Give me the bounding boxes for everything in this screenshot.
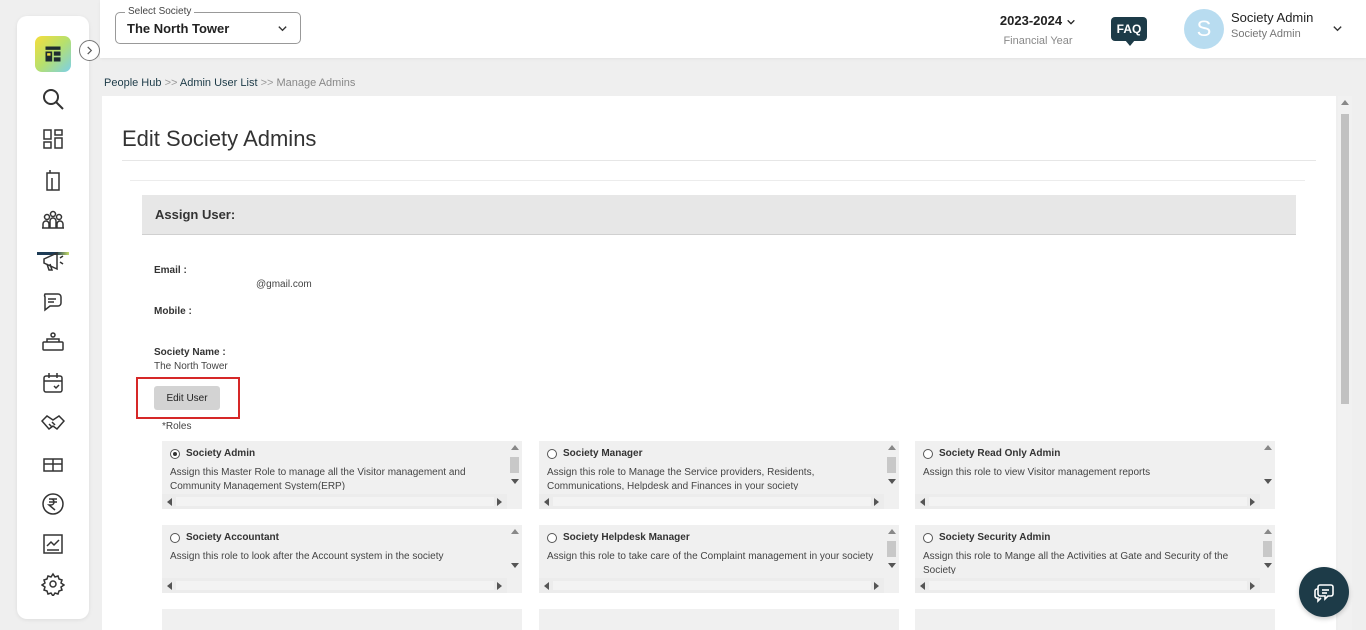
- role-title: Society Manager: [563, 448, 643, 459]
- gift-icon[interactable]: [40, 450, 66, 476]
- role-description: Assign this Master Role to manage all th…: [170, 467, 466, 490]
- role-title: Society Helpdesk Manager: [563, 532, 690, 543]
- role-horizontal-scrollbar[interactable]: [162, 578, 507, 593]
- avatar[interactable]: S: [1184, 9, 1224, 49]
- role-radio[interactable]: [547, 449, 557, 459]
- role-description: Assign this role to take care of the Com…: [547, 551, 874, 562]
- chevron-right-icon: [87, 46, 93, 55]
- role-description: Assign this role to view Visitor managem…: [923, 467, 1151, 478]
- top-bar: Select Society The North Tower 2023-2024…: [100, 0, 1366, 58]
- role-horizontal-scrollbar[interactable]: [539, 494, 884, 509]
- breadcrumb-separator: >>: [260, 77, 274, 89]
- role-horizontal-scrollbar[interactable]: [915, 578, 1260, 593]
- role-vertical-scrollbar[interactable]: [507, 441, 522, 493]
- rupee-icon[interactable]: [40, 491, 66, 517]
- megaphone-icon[interactable]: [40, 248, 66, 274]
- dashboard-icon[interactable]: [40, 126, 66, 152]
- role-society-security-admin[interactable]: Society Security Admin Assign this role …: [915, 525, 1275, 593]
- role-title: Society Security Admin: [939, 532, 1051, 543]
- role-box-partial[interactable]: [162, 609, 522, 630]
- user-role: Society Admin: [1231, 28, 1301, 40]
- role-description: Assign this role to look after the Accou…: [170, 551, 444, 562]
- report-icon[interactable]: [40, 531, 66, 557]
- role-title: Society Read Only Admin: [939, 448, 1061, 459]
- society-select-label: Select Society: [125, 6, 195, 17]
- page-scrollbar[interactable]: [1338, 96, 1352, 630]
- gear-icon[interactable]: [40, 571, 66, 597]
- app-logo[interactable]: [35, 36, 71, 72]
- role-society-accountant[interactable]: Society Accountant Assign this role to l…: [162, 525, 522, 593]
- chevron-down-icon: [278, 26, 287, 32]
- role-horizontal-scrollbar[interactable]: [539, 578, 884, 593]
- breadcrumb-separator: >>: [164, 77, 178, 89]
- role-title: Society Accountant: [186, 532, 279, 543]
- role-title: Society Admin: [186, 448, 256, 459]
- role-horizontal-scrollbar[interactable]: [915, 494, 1260, 509]
- role-radio[interactable]: [170, 449, 180, 459]
- building-icon[interactable]: [40, 167, 66, 193]
- financial-year-label: Financial Year: [1003, 35, 1073, 47]
- role-vertical-scrollbar[interactable]: [507, 525, 522, 577]
- role-vertical-scrollbar[interactable]: [884, 525, 899, 577]
- logo-icon: [45, 46, 61, 62]
- chat-icon[interactable]: [40, 289, 66, 315]
- role-radio[interactable]: [547, 533, 557, 543]
- society-select-value: The North Tower: [127, 21, 230, 36]
- role-horizontal-scrollbar[interactable]: [162, 494, 507, 509]
- page-title: Edit Society Admins: [122, 126, 317, 151]
- role-description: Assign this role to Manage the Service p…: [547, 467, 815, 490]
- divider: [130, 180, 1305, 181]
- role-vertical-scrollbar[interactable]: [1260, 525, 1275, 577]
- edit-user-button[interactable]: Edit User: [154, 386, 220, 410]
- society-name-value: The North Tower: [154, 361, 228, 372]
- user-name: Society Admin: [1231, 10, 1314, 25]
- role-radio[interactable]: [923, 449, 933, 459]
- roles-label: *Roles: [162, 421, 192, 432]
- role-radio[interactable]: [923, 533, 933, 543]
- role-radio[interactable]: [170, 533, 180, 543]
- society-select[interactable]: Select Society The North Tower: [115, 6, 301, 44]
- role-vertical-scrollbar[interactable]: [1260, 441, 1275, 493]
- divider: [122, 160, 1316, 161]
- breadcrumb-current: Manage Admins: [276, 77, 356, 89]
- calendar-icon[interactable]: [40, 370, 66, 396]
- financial-year-select[interactable]: 2023-2024 Financial Year: [988, 13, 1088, 47]
- email-label: Email :: [154, 265, 187, 276]
- role-society-manager[interactable]: Society Manager Assign this role to Mana…: [539, 441, 899, 509]
- chat-bubble-icon: [1314, 584, 1334, 603]
- search-icon[interactable]: [40, 86, 66, 112]
- role-box-partial[interactable]: [915, 609, 1275, 630]
- financial-year-value: 2023-2024: [999, 13, 1063, 28]
- faq-button[interactable]: FAQ: [1111, 17, 1147, 46]
- breadcrumb-people-hub[interactable]: People Hub: [104, 77, 162, 89]
- email-value: @gmail.com: [256, 279, 312, 290]
- role-society-helpdesk-manager[interactable]: Society Helpdesk Manager Assign this rol…: [539, 525, 899, 593]
- amenity-icon[interactable]: [40, 329, 66, 355]
- role-society-admin[interactable]: Society Admin Assign this Master Role to…: [162, 441, 522, 509]
- chat-support-button[interactable]: [1299, 567, 1349, 617]
- society-name-label: Society Name :: [154, 347, 226, 358]
- breadcrumb: People Hub >> Admin User List >> Manage …: [104, 77, 355, 89]
- assign-user-section-header: Assign User:: [142, 195, 1296, 235]
- role-society-read-only-admin[interactable]: Society Read Only Admin Assign this role…: [915, 441, 1275, 509]
- role-vertical-scrollbar[interactable]: [884, 441, 899, 493]
- main-card: Edit Society Admins Assign User: Email :…: [102, 96, 1336, 630]
- sidebar-toggle-button[interactable]: [79, 40, 100, 61]
- section-title: Assign User:: [155, 207, 236, 222]
- chevron-down-icon: [1067, 19, 1075, 25]
- role-description: Assign this role to Mange all the Activi…: [923, 551, 1229, 574]
- breadcrumb-admin-user-list[interactable]: Admin User List: [180, 77, 258, 89]
- sidebar: [17, 16, 89, 619]
- page-scrollbar-thumb[interactable]: [1341, 114, 1349, 404]
- role-box-partial[interactable]: [539, 609, 899, 630]
- handshake-icon[interactable]: [40, 410, 66, 436]
- people-icon[interactable]: [40, 207, 66, 233]
- mobile-label: Mobile :: [154, 306, 192, 317]
- user-menu-chevron-icon[interactable]: [1332, 23, 1343, 34]
